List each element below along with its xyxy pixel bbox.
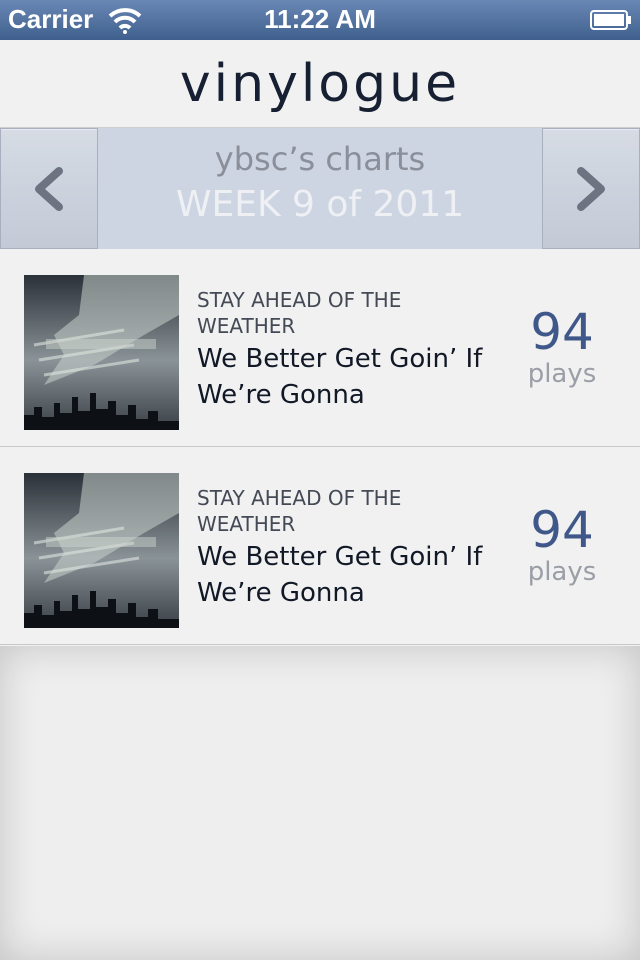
plays-label: plays — [527, 359, 597, 389]
chevron-right-icon — [577, 167, 605, 211]
status-bar: Carrier 11:22 AM — [0, 0, 640, 40]
previous-week-button[interactable] — [0, 128, 98, 249]
album-cover — [24, 473, 179, 628]
app-header: vinylogue — [0, 40, 640, 128]
album-title: We Better Get Goin’ If We’re Gonna — [197, 344, 483, 410]
album-cover — [24, 275, 179, 430]
app-title: vinylogue — [179, 54, 461, 114]
plays-label: plays — [527, 557, 597, 587]
empty-list-area — [0, 646, 640, 960]
chart-row[interactable]: STAY AHEAD OF THE WEATHER We Better Get … — [0, 447, 640, 645]
play-count: 94 — [530, 303, 594, 361]
battery-icon — [590, 10, 631, 30]
chevron-left-icon — [35, 167, 63, 211]
artist-name: STAY AHEAD OF THE WEATHER — [197, 288, 402, 338]
week-navigator: ybsc’s charts WEEK 9 of 2011 — [0, 128, 640, 249]
chart-list: STAY AHEAD OF THE WEATHER We Better Get … — [0, 249, 640, 645]
next-week-button[interactable] — [542, 128, 640, 249]
status-time: 11:22 AM — [264, 4, 376, 34]
week-label: WEEK 9 of 2011 — [175, 184, 465, 225]
artist-name: STAY AHEAD OF THE WEATHER — [197, 486, 402, 536]
album-title: We Better Get Goin’ If We’re Gonna — [197, 542, 483, 608]
charts-owner-label: ybsc’s charts — [214, 140, 426, 178]
play-count: 94 — [530, 501, 594, 559]
chart-row[interactable]: STAY AHEAD OF THE WEATHER We Better Get … — [0, 249, 640, 447]
